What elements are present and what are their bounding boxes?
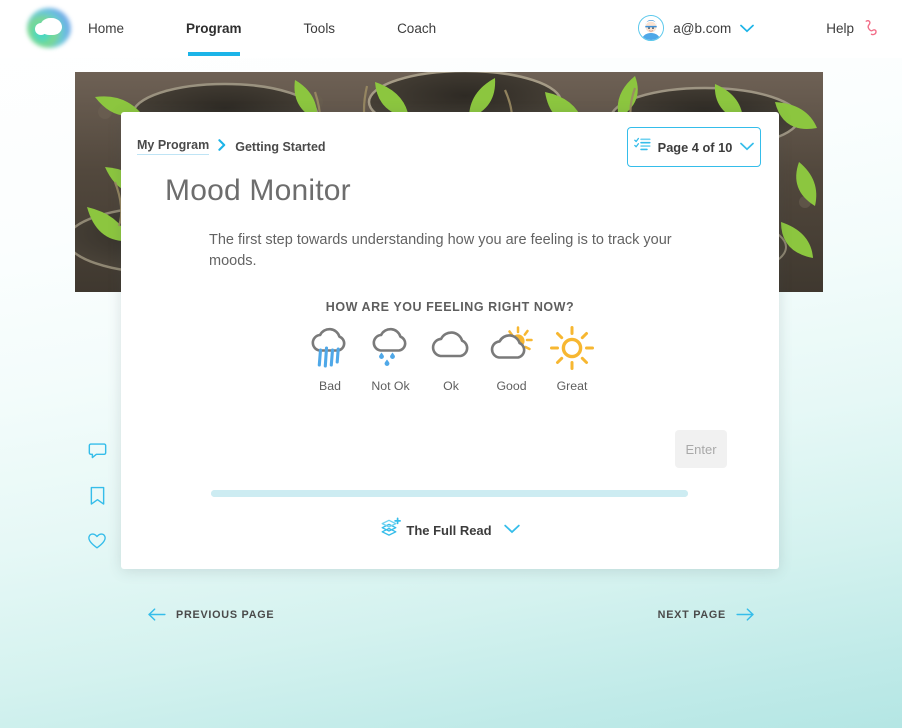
arrow-left-icon bbox=[147, 608, 166, 621]
breadcrumb-root-link[interactable]: My Program bbox=[137, 138, 210, 155]
nav-item-program[interactable]: Program bbox=[184, 0, 244, 56]
heart-icon[interactable] bbox=[87, 518, 107, 563]
mood-option-ok[interactable]: Ok bbox=[422, 324, 480, 393]
nav-item-coach[interactable]: Coach bbox=[395, 0, 438, 56]
next-page-label: NEXT PAGE bbox=[657, 608, 726, 621]
bookmark-icon[interactable] bbox=[89, 473, 106, 518]
nav-item-tools[interactable]: Tools bbox=[302, 0, 338, 56]
sun-icon bbox=[549, 324, 595, 372]
card-body-text: The first step towards understanding how… bbox=[209, 232, 672, 269]
brand-logo[interactable] bbox=[27, 8, 71, 48]
logo-cloud-shape bbox=[35, 18, 62, 35]
mood-prompt-label: HOW ARE YOU FEELING RIGHT NOW? bbox=[325, 300, 575, 314]
mood-label: Ok bbox=[443, 379, 459, 393]
chevron-right-icon bbox=[218, 139, 226, 154]
page-title: Mood Monitor bbox=[165, 174, 351, 207]
page-indicator-label: Page 4 of 10 bbox=[657, 139, 733, 155]
full-read-label: The Full Read bbox=[406, 522, 492, 538]
next-page-button[interactable]: NEXT PAGE bbox=[658, 608, 755, 621]
arrow-right-icon bbox=[736, 608, 755, 621]
layers-plus-icon bbox=[380, 517, 402, 543]
breadcrumb: My Program Getting Started bbox=[137, 138, 326, 155]
comment-icon[interactable] bbox=[88, 428, 107, 473]
chevron-down-icon bbox=[740, 138, 755, 156]
chevron-down-icon bbox=[503, 521, 520, 539]
page-indicator-button[interactable]: Page 4 of 10 bbox=[627, 127, 761, 167]
help-label: Help bbox=[826, 20, 854, 36]
progress-bar-fill bbox=[211, 490, 688, 497]
nav-item-home[interactable]: Home bbox=[86, 0, 126, 56]
account-email-label[interactable]: a@b.com bbox=[673, 21, 731, 36]
enter-button[interactable]: Enter bbox=[675, 430, 727, 468]
mood-selector: Bad Not Ok Ok Good Great bbox=[301, 324, 601, 393]
progress-bar bbox=[211, 490, 688, 497]
breadcrumb-current: Getting Started bbox=[235, 139, 326, 154]
page-navigation: PREVIOUS PAGE NEXT PAGE bbox=[0, 608, 902, 632]
mood-label: Bad bbox=[319, 379, 341, 393]
cloud-drizzle-icon bbox=[368, 324, 414, 372]
phone-icon bbox=[862, 19, 880, 37]
app-header: Home Program Tools Coach a@b.com Help bbox=[0, 0, 902, 56]
nav-label: Tools bbox=[303, 20, 336, 36]
user-avatar-icon[interactable] bbox=[638, 15, 665, 41]
mood-option-good[interactable]: Good bbox=[483, 324, 541, 393]
mood-option-not-ok[interactable]: Not Ok bbox=[362, 324, 420, 393]
side-action-rail bbox=[78, 428, 116, 563]
previous-page-label: PREVIOUS PAGE bbox=[176, 608, 275, 621]
help-link[interactable]: Help bbox=[826, 19, 880, 37]
lesson-card: My Program Getting Started Page 4 of 10 … bbox=[121, 112, 779, 569]
main-nav: Home Program Tools Coach bbox=[86, 0, 438, 56]
mood-label: Good bbox=[496, 379, 527, 393]
nav-label: Program bbox=[186, 20, 242, 36]
header-right-group: a@b.com Help bbox=[638, 0, 880, 56]
mood-option-bad[interactable]: Bad bbox=[301, 324, 359, 393]
checklist-icon bbox=[633, 137, 651, 157]
full-read-toggle[interactable]: The Full Read bbox=[121, 517, 779, 543]
mood-option-great[interactable]: Great bbox=[543, 324, 601, 393]
nav-label: Coach bbox=[397, 20, 437, 36]
cloud-icon bbox=[428, 324, 474, 372]
cloud-heavy-rain-icon bbox=[307, 324, 353, 372]
header-divider bbox=[0, 56, 902, 58]
chevron-down-icon[interactable] bbox=[740, 24, 755, 33]
nav-label: Home bbox=[88, 20, 125, 36]
previous-page-button[interactable]: PREVIOUS PAGE bbox=[147, 608, 274, 621]
mood-label: Great bbox=[556, 379, 588, 393]
sun-behind-cloud-icon bbox=[488, 324, 536, 372]
mood-label: Not Ok bbox=[371, 379, 410, 393]
